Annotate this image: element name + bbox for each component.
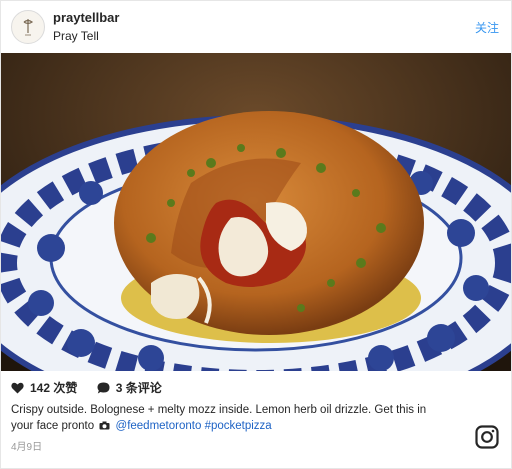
post-date[interactable]: 4月9日 [11,438,42,453]
comments-count: 3 条评论 [115,381,162,395]
follow-button[interactable]: 关注 [475,19,499,36]
username[interactable]: praytellbar [53,10,119,25]
instagram-logo-icon[interactable] [475,425,499,449]
comment-bubble-icon [97,382,110,393]
caption: Crispy outside. Bolognese + melty mozz i… [11,402,431,434]
mention-link[interactable]: @feedmetoronto [116,420,202,432]
post-photo[interactable] [1,53,511,371]
post-stats: 142 次赞 3 条评论 [11,379,178,395]
location[interactable]: Pray Tell [53,29,99,43]
likes-count: 142 次赞 [30,381,78,395]
post-header: praytellbar Pray Tell 关注 [1,1,511,53]
camera-icon [99,421,110,430]
comments[interactable]: 3 条评论 [97,379,162,396]
instagram-post-card: praytellbar Pray Tell 关注 142 次赞 3 条评论 Cr… [0,0,512,469]
heart-icon [11,382,24,393]
avatar[interactable] [11,10,45,44]
likes[interactable]: 142 次赞 [11,379,77,396]
hashtag-link[interactable]: #pocketpizza [205,420,272,432]
